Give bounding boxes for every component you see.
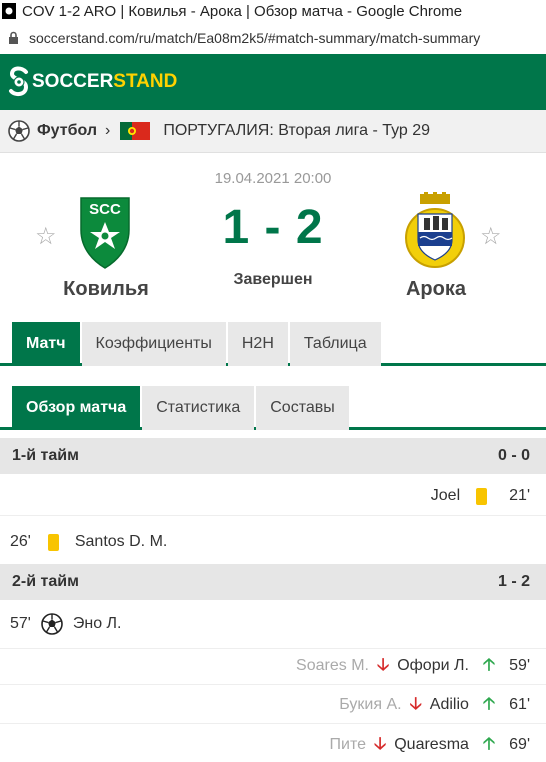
sub-out-player[interactable]: Пите (330, 736, 366, 754)
arrow-down-icon: 🡣 (376, 654, 390, 674)
chevron-right-icon: › (105, 122, 111, 139)
event-row: 26' Santos D. M. (0, 527, 546, 557)
logo-s-icon (9, 66, 29, 97)
period-label: 2-й тайм (12, 573, 79, 590)
event-player[interactable]: Santos D. M. (75, 533, 167, 551)
period-label: 1-й тайм (12, 447, 79, 464)
sub-tabs: Обзор матча Статистика Составы (0, 386, 546, 430)
breadcrumb-league-link[interactable]: ПОРТУГАЛИЯ: Вторая лига - Тур 29 (163, 122, 430, 140)
url-text[interactable]: soccerstand.com/ru/match/Ea08m2k5/#match… (29, 30, 480, 46)
event-minute: 59' (509, 657, 530, 674)
arrow-up-icon: 🡡 (482, 693, 496, 713)
event-row: Букия А. 🡣 Adilio 🡡 61' (0, 690, 546, 720)
away-team-name[interactable]: Арока (386, 278, 486, 301)
arrow-up-icon: 🡡 (482, 654, 496, 674)
main-tabs: Матч Коэффициенты H2H Таблица (0, 322, 546, 366)
event-player[interactable]: Эно Л. (73, 615, 122, 633)
event-row: Joel 21' (0, 481, 546, 511)
match-date: 19.04.2021 20:00 (214, 170, 332, 187)
event-row: Soares M. 🡣 Офори Л. 🡡 59' (0, 651, 546, 681)
site-logo[interactable]: SOCCERSTAND (8, 65, 177, 99)
logo-text-soccer: SOCCER (32, 71, 114, 92)
divider (0, 515, 546, 516)
app-icon (2, 3, 16, 19)
sub-in-player[interactable]: Quaresma (394, 736, 469, 754)
arrow-down-icon: 🡣 (409, 693, 422, 713)
breadcrumb: Футбол › ПОРТУГАЛИЯ: Вторая лига - Тур 2… (0, 110, 546, 153)
goal-ball-icon (41, 613, 63, 635)
tab-match[interactable]: Матч (12, 322, 80, 366)
tab-standings[interactable]: Таблица (289, 322, 381, 366)
divider (0, 723, 546, 724)
logo-text-stand: STAND (113, 71, 178, 92)
sub-in-player[interactable]: Офори Л. (397, 657, 469, 675)
tab-lineups[interactable]: Составы (256, 386, 349, 430)
tab-match-summary[interactable]: Обзор матча (12, 386, 141, 430)
tab-h2h[interactable]: H2H (227, 322, 288, 366)
event-player[interactable]: Joel (431, 487, 460, 505)
event-minute: 26' (10, 533, 31, 550)
event-minute: 69' (509, 736, 530, 753)
period-score: 1 - 2 (497, 573, 530, 590)
address-bar[interactable]: soccerstand.com/ru/match/Ea08m2k5/#match… (0, 22, 546, 55)
tab-statistics[interactable]: Статистика (142, 386, 255, 430)
portugal-flag-icon (120, 122, 151, 140)
sub-in-player[interactable]: Adilio (430, 696, 469, 714)
match-score: 1 - 2 (222, 201, 324, 254)
event-row: Пите 🡣 Quaresma 🡡 69' (0, 730, 546, 760)
arrow-down-icon: 🡣 (374, 733, 387, 753)
yellow-card-icon (476, 487, 488, 505)
period-header-second-half: 2-й тайм 1 - 2 (0, 564, 546, 600)
sub-out-player[interactable]: Букия А. (339, 696, 401, 714)
site-header: SOCCERSTAND (0, 54, 546, 110)
window-titlebar: COV 1-2 ARO | Ковилья - Арока | Обзор ма… (0, 0, 546, 22)
period-score: 0 - 0 (497, 447, 530, 464)
divider (0, 648, 546, 649)
home-team-name[interactable]: Ковилья (56, 278, 156, 301)
window-title: COV 1-2 ARO | Ковилья - Арока | Обзор ма… (22, 2, 463, 20)
event-minute: 57' (10, 615, 31, 632)
yellow-card-icon (47, 533, 59, 551)
logo-text: SOCCERSTAND (32, 71, 177, 93)
lock-icon[interactable] (8, 31, 19, 45)
event-minute: 21' (509, 487, 530, 504)
tab-odds[interactable]: Коэффициенты (81, 322, 226, 366)
breadcrumb-sport-link[interactable]: Футбол (37, 122, 97, 140)
event-minute: 61' (509, 696, 530, 713)
arrow-up-icon: 🡡 (482, 733, 496, 753)
divider (0, 684, 546, 685)
period-header-first-half: 1-й тайм 0 - 0 (0, 438, 546, 474)
event-row: 57' Эно Л. (0, 609, 546, 639)
sub-out-player[interactable]: Soares M. (296, 657, 369, 675)
soccer-ball-icon (8, 120, 30, 142)
